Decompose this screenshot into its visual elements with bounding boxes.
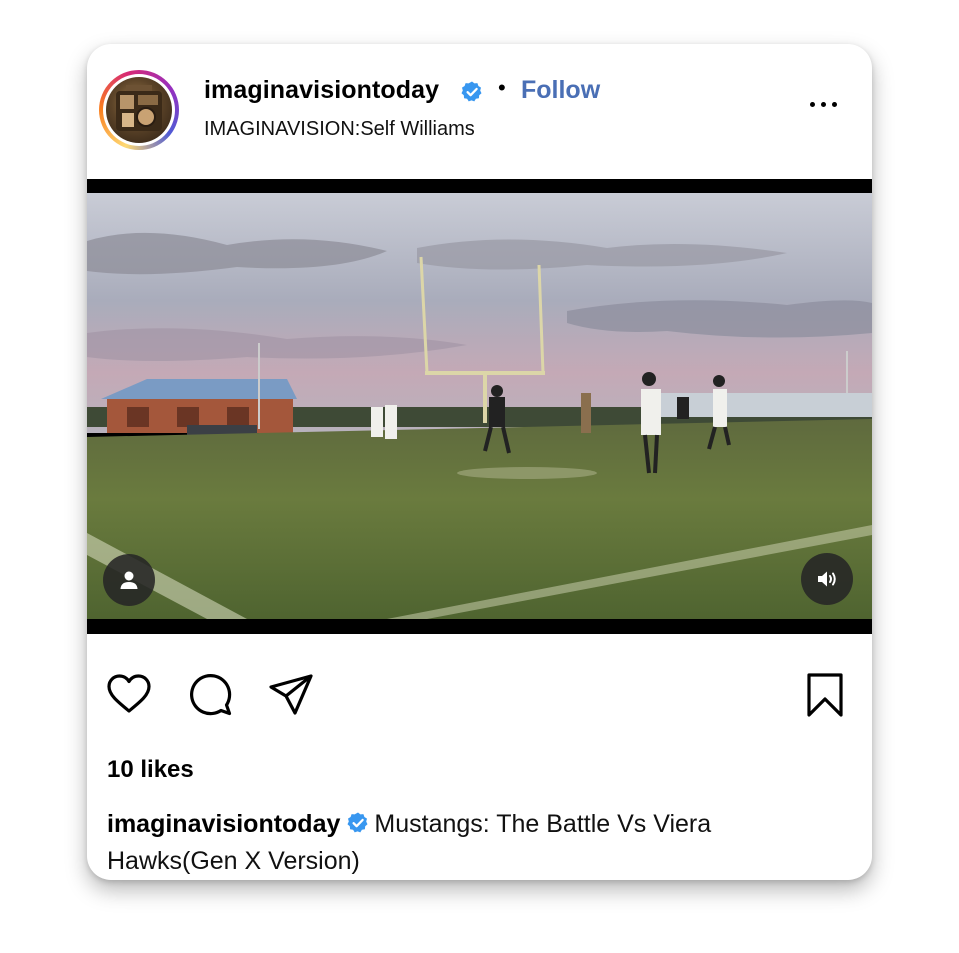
post-caption: imaginavisiontoday Mustangs: The Battle … bbox=[107, 806, 827, 880]
story-ring[interactable] bbox=[99, 70, 179, 150]
speaker-icon bbox=[818, 571, 836, 587]
bookmark-icon[interactable] bbox=[802, 672, 848, 718]
action-bar bbox=[87, 634, 872, 744]
post-video[interactable] bbox=[87, 179, 872, 634]
ellipsis-icon[interactable] bbox=[804, 90, 844, 118]
person-icon bbox=[120, 571, 138, 589]
verified-badge-icon bbox=[461, 81, 482, 102]
tagged-users-button[interactable] bbox=[103, 554, 155, 606]
caption-username[interactable]: imaginavisiontoday bbox=[107, 810, 340, 838]
follow-button[interactable]: Follow bbox=[521, 76, 600, 105]
separator-dot: • bbox=[498, 75, 506, 100]
post-header: imaginavisiontoday • Follow IMAGINAVISIO… bbox=[87, 44, 872, 179]
likes-count[interactable]: 10 likes bbox=[107, 756, 194, 784]
mute-button[interactable] bbox=[801, 553, 853, 605]
avatar-image bbox=[116, 85, 162, 131]
verified-badge-icon bbox=[347, 812, 368, 833]
comment-icon[interactable] bbox=[188, 672, 234, 718]
heart-icon[interactable] bbox=[106, 672, 152, 718]
post-card: imaginavisiontoday • Follow IMAGINAVISIO… bbox=[87, 44, 872, 880]
video-frame bbox=[87, 193, 872, 619]
avatar[interactable] bbox=[106, 77, 172, 143]
send-icon[interactable] bbox=[268, 672, 314, 718]
post-subtitle[interactable]: IMAGINAVISION:Self Williams bbox=[204, 118, 475, 141]
username[interactable]: imaginavisiontoday bbox=[204, 76, 439, 105]
